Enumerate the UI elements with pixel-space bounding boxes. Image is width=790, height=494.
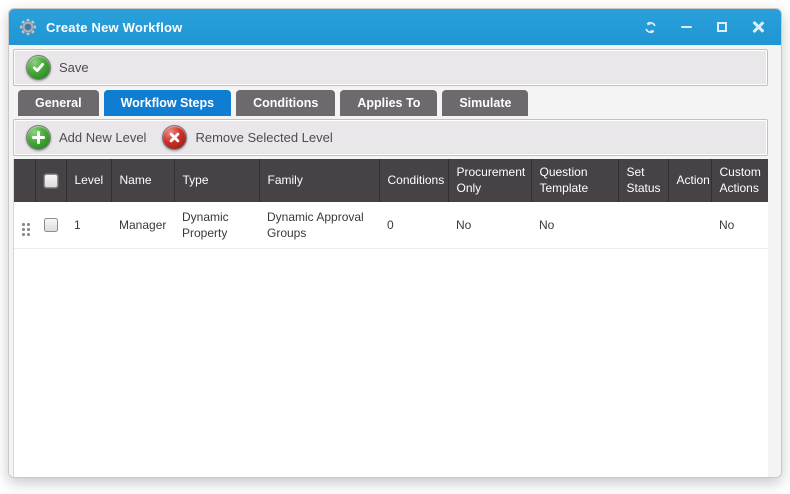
grid-header-row: Level Name Type Family Conditions Procur… (14, 159, 768, 202)
tab-workflow-steps[interactable]: Workflow Steps (104, 90, 232, 116)
column-header-family[interactable]: Family (259, 159, 379, 202)
column-header-conditions[interactable]: Conditions (379, 159, 448, 202)
save-button-label: Save (59, 60, 89, 75)
tab-conditions[interactable]: Conditions (236, 90, 335, 116)
row-drag-cell (14, 202, 35, 248)
tab-label: Workflow Steps (121, 96, 215, 110)
column-header-level[interactable]: Level (66, 159, 111, 202)
close-icon[interactable] (747, 17, 769, 37)
titlebar: Create New Workflow (9, 9, 781, 45)
cell-set-status (618, 202, 668, 248)
window-title: Create New Workflow (46, 20, 639, 35)
cell-level: 1 (66, 202, 111, 248)
select-all-checkbox[interactable] (44, 174, 58, 188)
column-header-type[interactable]: Type (174, 159, 259, 202)
minimize-icon[interactable] (675, 17, 697, 37)
cell-conditions: 0 (379, 202, 448, 248)
cell-custom-actions: No (711, 202, 768, 248)
check-circle-icon (26, 55, 51, 80)
window-controls (639, 17, 769, 37)
cell-question-template: No (531, 202, 618, 248)
tab-simulate[interactable]: Simulate (442, 90, 528, 116)
tab-label: General (35, 96, 82, 110)
column-header-procurement-only[interactable]: Procurement Only (448, 159, 531, 202)
cell-family: Dynamic Approval Groups (259, 202, 379, 248)
gear-icon (19, 18, 37, 36)
column-header-select-all[interactable] (35, 159, 66, 202)
maximize-icon[interactable] (711, 17, 733, 37)
add-new-level-button[interactable]: Add New Level (20, 122, 156, 153)
table-row[interactable]: 1 Manager Dynamic Property Dynamic Appro… (14, 202, 768, 248)
column-header-custom-actions[interactable]: Custom Actions (711, 159, 768, 202)
column-header-action[interactable]: Action (668, 159, 711, 202)
add-new-level-label: Add New Level (59, 130, 146, 145)
tab-label: Conditions (253, 96, 318, 110)
save-toolbar: Save (13, 49, 768, 86)
tab-label: Simulate (459, 96, 511, 110)
cross-circle-icon (162, 125, 187, 150)
dialog-content: Save General Workflow Steps Conditions A… (9, 45, 781, 477)
tab-label: Applies To (357, 96, 420, 110)
cell-action (668, 202, 711, 248)
tabstrip: General Workflow Steps Conditions Applie… (13, 86, 768, 116)
tab-general[interactable]: General (18, 90, 99, 116)
remove-selected-level-button[interactable]: Remove Selected Level (156, 122, 342, 153)
refresh-icon[interactable] (639, 17, 661, 37)
workflow-steps-grid: Level Name Type Family Conditions Procur… (13, 159, 768, 477)
cell-name: Manager (111, 202, 174, 248)
column-header-name[interactable]: Name (111, 159, 174, 202)
grid-toolbar: Add New Level Remove Selected Level (13, 119, 768, 156)
cell-procurement-only: No (448, 202, 531, 248)
tab-applies-to[interactable]: Applies To (340, 90, 437, 116)
column-header-set-status[interactable]: Set Status (618, 159, 668, 202)
column-header-question-template[interactable]: Question Template (531, 159, 618, 202)
cell-type: Dynamic Property (174, 202, 259, 248)
dialog-window: Create New Workflow (8, 8, 782, 478)
drag-dots-icon[interactable] (22, 223, 30, 236)
row-select-cell (35, 202, 66, 248)
remove-selected-level-label: Remove Selected Level (195, 130, 332, 145)
row-checkbox[interactable] (44, 218, 58, 232)
plus-circle-icon (26, 125, 51, 150)
save-button[interactable]: Save (20, 52, 99, 83)
column-header-drag-gutter (14, 159, 35, 202)
